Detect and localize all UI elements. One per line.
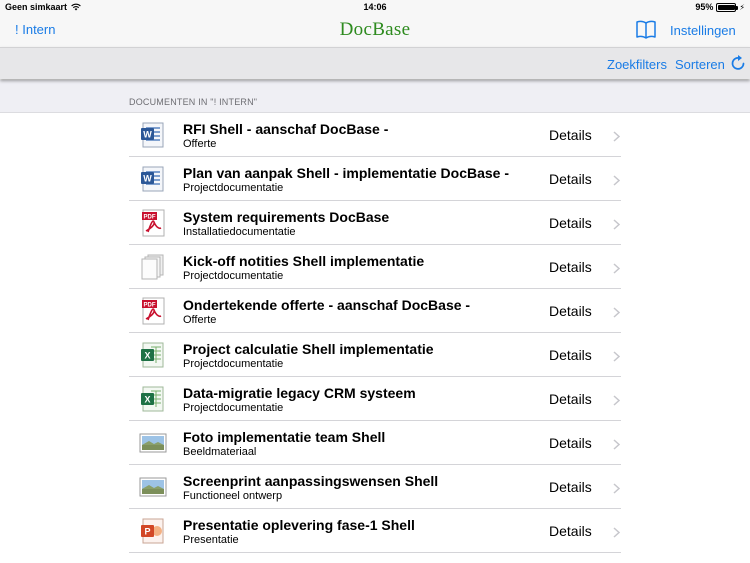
document-list: W RFI Shell - aanschaf DocBase - Offerte De… bbox=[129, 113, 621, 553]
status-bar: Geen simkaart 14:06 95% ⚡ bbox=[0, 0, 750, 14]
details-button[interactable]: Details bbox=[549, 171, 592, 187]
document-row[interactable]: P Presentatie oplevering fase-1 Shell Pres… bbox=[129, 509, 621, 553]
pdf-document-icon: PDF bbox=[139, 297, 167, 325]
document-row[interactable]: X Project calculatie Shell implementatie P… bbox=[129, 333, 621, 377]
status-time: 14:06 bbox=[363, 2, 387, 12]
document-category: Functioneel ontwerp bbox=[183, 490, 283, 502]
svg-text:PDF: PDF bbox=[144, 303, 156, 309]
search-filters-button[interactable]: Zoekfilters bbox=[607, 57, 667, 72]
chevron-right-icon bbox=[613, 437, 621, 450]
settings-button[interactable]: Instellingen bbox=[670, 23, 736, 38]
document-row[interactable]: Foto implementatie team Shell Beeldmateri… bbox=[129, 421, 621, 465]
svg-text:PDF: PDF bbox=[144, 215, 156, 221]
details-button[interactable]: Details bbox=[549, 215, 592, 231]
back-button[interactable]: ! Intern bbox=[15, 22, 55, 37]
document-title: Project calculatie Shell implementatie bbox=[183, 341, 434, 357]
toolbar: Zoekfilters Sorteren bbox=[0, 47, 750, 79]
word-document-icon: W bbox=[139, 121, 167, 149]
powerpoint-document-icon: P bbox=[139, 517, 167, 545]
section-header: DOCUMENTEN IN "! INTERN" bbox=[0, 80, 750, 113]
document-category: Projectdocumentatie bbox=[183, 402, 284, 414]
document-row[interactable]: W RFI Shell - aanschaf DocBase - Offerte De… bbox=[129, 113, 621, 157]
chevron-right-icon bbox=[613, 261, 621, 274]
book-icon[interactable] bbox=[635, 19, 657, 39]
chevron-right-icon bbox=[613, 305, 621, 318]
image-document-icon bbox=[139, 429, 167, 457]
document-title: Screenprint aanpassingswensen Shell bbox=[183, 473, 439, 489]
document-row[interactable]: Kick-off notities Shell implementatie Pro… bbox=[129, 245, 621, 289]
document-category: Projectdocumentatie bbox=[183, 358, 284, 370]
chevron-right-icon bbox=[613, 173, 621, 186]
sort-button[interactable]: Sorteren bbox=[675, 57, 725, 72]
charging-bolt-icon: ⚡ bbox=[739, 2, 745, 12]
document-row[interactable]: PDF System requirements DocBase Installati… bbox=[129, 201, 621, 245]
details-button[interactable]: Details bbox=[549, 523, 592, 539]
image-document-icon bbox=[139, 473, 167, 501]
details-button[interactable]: Details bbox=[549, 347, 592, 363]
chevron-right-icon bbox=[613, 349, 621, 362]
section-title: DOCUMENTEN IN "! INTERN" bbox=[129, 97, 258, 107]
chevron-right-icon bbox=[613, 217, 621, 230]
document-category: Offerte bbox=[183, 314, 217, 326]
document-title: Kick-off notities Shell implementatie bbox=[183, 253, 425, 269]
svg-text:X: X bbox=[144, 351, 150, 361]
document-title: Data-migratie legacy CRM systeem bbox=[183, 385, 416, 401]
generic-document-icon bbox=[139, 253, 167, 281]
document-title: Ondertekende offerte - aanschaf DocBase … bbox=[183, 297, 471, 313]
document-row[interactable]: Screenprint aanpassingswensen Shell Funct… bbox=[129, 465, 621, 509]
document-title: Presentatie oplevering fase-1 Shell bbox=[183, 517, 415, 533]
document-category: Offerte bbox=[183, 138, 217, 150]
refresh-icon[interactable] bbox=[729, 54, 747, 72]
chevron-right-icon bbox=[613, 129, 621, 142]
excel-document-icon: X bbox=[139, 341, 167, 369]
chevron-right-icon bbox=[613, 393, 621, 406]
document-row[interactable]: PDF Ondertekende offerte - aanschaf DocBa… bbox=[129, 289, 621, 333]
svg-text:W: W bbox=[143, 174, 152, 184]
document-row[interactable]: X Data-migratie legacy CRM systeem Project… bbox=[129, 377, 621, 421]
chevron-right-icon bbox=[613, 525, 621, 538]
document-title: Plan van aanpak Shell - implementatie Do… bbox=[183, 165, 509, 181]
details-button[interactable]: Details bbox=[549, 479, 592, 495]
svg-text:P: P bbox=[144, 527, 150, 537]
document-category: Projectdocumentatie bbox=[183, 270, 284, 282]
excel-document-icon: X bbox=[139, 385, 167, 413]
app-title: DocBase bbox=[339, 19, 411, 40]
details-button[interactable]: Details bbox=[549, 435, 592, 451]
details-button[interactable]: Details bbox=[549, 303, 592, 319]
document-category: Beeldmateriaal bbox=[183, 446, 257, 458]
document-category: Projectdocumentatie bbox=[183, 182, 284, 194]
word-document-icon: W bbox=[139, 165, 167, 193]
chevron-right-icon bbox=[613, 481, 621, 494]
svg-text:X: X bbox=[144, 395, 150, 405]
svg-text:W: W bbox=[143, 130, 152, 140]
battery-status: 95% ⚡ bbox=[695, 2, 745, 12]
details-button[interactable]: Details bbox=[549, 127, 592, 143]
document-category: Presentatie bbox=[183, 534, 239, 546]
details-button[interactable]: Details bbox=[549, 259, 592, 275]
battery-icon bbox=[716, 2, 739, 12]
document-title: RFI Shell - aanschaf DocBase - bbox=[183, 121, 389, 137]
details-button[interactable]: Details bbox=[549, 391, 592, 407]
navigation-bar: ! Intern DocBase Instellingen bbox=[0, 14, 750, 47]
document-title: System requirements DocBase bbox=[183, 209, 390, 225]
document-row[interactable]: W Plan van aanpak Shell - implementatie D… bbox=[129, 157, 621, 201]
pdf-document-icon: PDF bbox=[139, 209, 167, 237]
document-category: Installatiedocumentatie bbox=[183, 226, 296, 238]
document-title: Foto implementatie team Shell bbox=[183, 429, 386, 445]
battery-percentage: 95% bbox=[695, 2, 714, 12]
